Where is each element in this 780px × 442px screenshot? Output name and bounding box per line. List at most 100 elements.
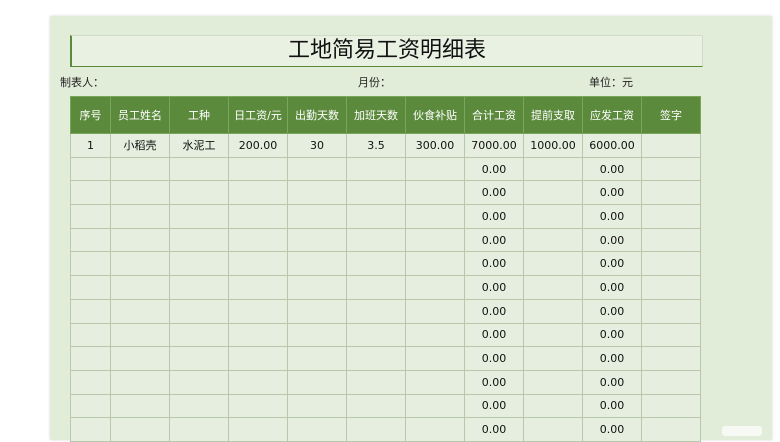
table-cell[interactable] <box>70 346 111 371</box>
column-header[interactable]: 合计工资 <box>464 96 524 134</box>
table-cell[interactable] <box>405 417 465 442</box>
table-cell[interactable] <box>346 227 406 253</box>
table-cell[interactable] <box>523 251 583 277</box>
table-cell[interactable] <box>523 417 583 442</box>
table-cell[interactable] <box>228 298 288 324</box>
table-cell[interactable]: 0.00 <box>582 322 642 348</box>
table-cell[interactable] <box>346 393 406 419</box>
column-header[interactable]: 加班天数 <box>346 96 406 134</box>
table-cell[interactable] <box>346 156 406 182</box>
table-cell[interactable] <box>228 275 288 300</box>
table-cell[interactable] <box>110 275 170 300</box>
table-cell[interactable] <box>523 322 583 348</box>
table-cell[interactable] <box>287 417 347 442</box>
table-cell[interactable] <box>523 227 583 253</box>
table-cell[interactable] <box>228 393 288 419</box>
column-header[interactable]: 员工姓名 <box>110 96 170 134</box>
table-cell[interactable]: 0.00 <box>464 251 524 277</box>
table-cell[interactable] <box>169 369 229 395</box>
table-cell[interactable] <box>346 298 406 324</box>
table-cell[interactable] <box>228 204 288 229</box>
table-cell[interactable] <box>110 346 170 371</box>
column-header[interactable]: 伙食补贴 <box>405 96 465 134</box>
table-cell[interactable] <box>641 298 701 324</box>
table-cell[interactable] <box>110 417 170 442</box>
table-cell[interactable] <box>228 180 288 206</box>
table-cell[interactable] <box>70 417 111 442</box>
table-cell[interactable] <box>228 322 288 348</box>
table-cell[interactable] <box>169 204 229 229</box>
page-title[interactable]: 工地简易工资明细表 <box>70 35 703 67</box>
table-cell[interactable] <box>346 204 406 229</box>
month-label[interactable]: 月份： <box>358 74 391 92</box>
column-header[interactable]: 提前支取 <box>523 96 583 134</box>
table-cell[interactable] <box>287 227 347 253</box>
table-cell[interactable]: 0.00 <box>582 251 642 277</box>
table-cell[interactable]: 0.00 <box>464 204 524 229</box>
table-cell[interactable] <box>641 275 701 300</box>
table-cell[interactable]: 0.00 <box>582 204 642 229</box>
table-cell[interactable] <box>346 346 406 371</box>
table-cell[interactable]: 0.00 <box>582 227 642 253</box>
table-cell[interactable] <box>228 417 288 442</box>
table-cell[interactable] <box>346 251 406 277</box>
table-cell[interactable] <box>287 204 347 229</box>
table-cell[interactable]: 300.00 <box>405 133 465 158</box>
table-cell[interactable] <box>405 393 465 419</box>
table-cell[interactable] <box>641 322 701 348</box>
unit-label[interactable]: 单位：元 <box>589 74 633 92</box>
table-cell[interactable] <box>110 393 170 419</box>
table-cell[interactable] <box>110 204 170 229</box>
table-cell[interactable] <box>641 393 701 419</box>
table-cell[interactable] <box>110 180 170 206</box>
table-cell[interactable]: 200.00 <box>228 133 288 158</box>
table-cell[interactable]: 0.00 <box>582 298 642 324</box>
table-cell[interactable] <box>287 322 347 348</box>
table-cell[interactable] <box>346 275 406 300</box>
table-cell[interactable] <box>169 393 229 419</box>
table-cell[interactable] <box>405 227 465 253</box>
table-cell[interactable] <box>70 369 111 395</box>
table-cell[interactable] <box>70 298 111 324</box>
table-cell[interactable] <box>287 275 347 300</box>
table-cell[interactable] <box>641 133 701 158</box>
table-cell[interactable]: 1 <box>70 133 111 158</box>
table-cell[interactable] <box>405 322 465 348</box>
table-cell[interactable]: 0.00 <box>582 393 642 419</box>
table-cell[interactable] <box>228 156 288 182</box>
table-cell[interactable] <box>169 346 229 371</box>
column-header[interactable]: 日工资/元 <box>228 96 288 134</box>
table-cell[interactable] <box>405 346 465 371</box>
table-cell[interactable] <box>405 369 465 395</box>
column-header[interactable]: 序号 <box>70 96 111 134</box>
table-cell[interactable] <box>110 369 170 395</box>
table-cell[interactable] <box>523 393 583 419</box>
table-cell[interactable]: 0.00 <box>464 393 524 419</box>
table-cell[interactable] <box>523 298 583 324</box>
column-header[interactable]: 应发工资 <box>582 96 642 134</box>
table-cell[interactable] <box>228 346 288 371</box>
table-cell[interactable] <box>287 156 347 182</box>
table-cell[interactable] <box>405 180 465 206</box>
table-cell[interactable] <box>346 417 406 442</box>
column-header[interactable]: 签字 <box>641 96 701 134</box>
table-cell[interactable]: 0.00 <box>464 275 524 300</box>
table-cell[interactable] <box>523 275 583 300</box>
table-cell[interactable] <box>169 180 229 206</box>
table-cell[interactable] <box>346 180 406 206</box>
table-cell[interactable] <box>169 227 229 253</box>
table-cell[interactable] <box>169 417 229 442</box>
table-cell[interactable] <box>169 298 229 324</box>
table-cell[interactable] <box>287 393 347 419</box>
table-cell[interactable] <box>287 180 347 206</box>
table-cell[interactable] <box>169 322 229 348</box>
table-cell[interactable]: 0.00 <box>464 156 524 182</box>
table-cell[interactable]: 0.00 <box>582 369 642 395</box>
table-cell[interactable] <box>641 251 701 277</box>
column-header[interactable]: 出勤天数 <box>287 96 347 134</box>
table-cell[interactable] <box>70 156 111 182</box>
table-cell[interactable] <box>523 180 583 206</box>
table-cell[interactable]: 6000.00 <box>582 133 642 158</box>
table-cell[interactable]: 0.00 <box>464 298 524 324</box>
table-cell[interactable] <box>169 156 229 182</box>
